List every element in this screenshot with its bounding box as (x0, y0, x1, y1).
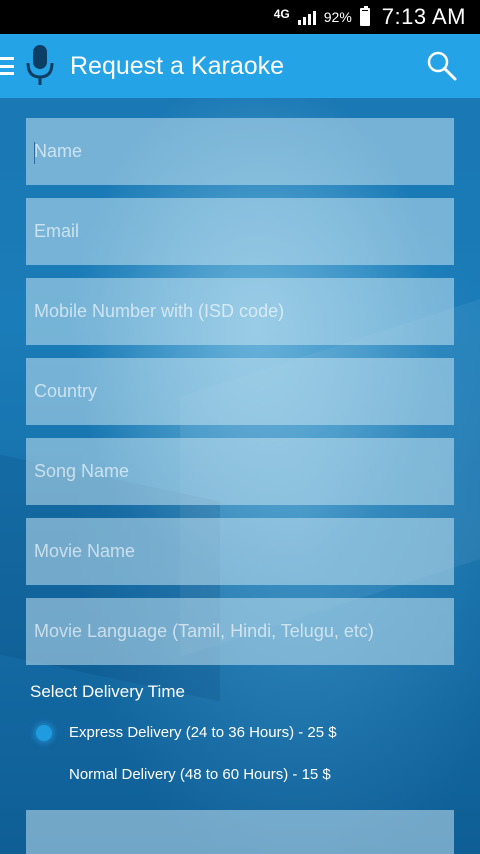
delivery-time-heading: Select Delivery Time (30, 682, 185, 701)
clock: 7:13 AM (381, 4, 466, 29)
message-field[interactable] (26, 810, 454, 854)
menu-icon[interactable] (0, 57, 14, 75)
name-placeholder: Name (34, 141, 83, 161)
network-type: 4G (273, 7, 290, 21)
song-name-placeholder: Song Name (34, 461, 130, 481)
name-field[interactable]: Name (26, 118, 454, 185)
text-cursor (34, 142, 35, 164)
movie-language-field[interactable]: Movie Language (Tamil, Hindi, Telugu, et… (26, 598, 454, 665)
battery-percent: 92% (323, 9, 352, 25)
radio-unselected-icon[interactable] (36, 767, 52, 783)
page-title: Request a Karaoke (70, 51, 285, 80)
song-name-field[interactable]: Song Name (26, 438, 454, 505)
normal-delivery-label: Normal Delivery (48 to 60 Hours) - 15 $ (69, 766, 331, 783)
country-placeholder: Country (34, 381, 98, 401)
express-delivery-option[interactable]: Express Delivery (24 to 36 Hours) - 25 $ (36, 724, 337, 741)
radio-selected-icon[interactable] (36, 724, 52, 741)
movie-name-placeholder: Movie Name (34, 541, 136, 561)
signal-icon (297, 9, 316, 25)
express-delivery-label: Express Delivery (24 to 36 Hours) - 25 $ (69, 724, 337, 741)
movie-name-field[interactable]: Movie Name (26, 518, 454, 585)
microphone-icon (20, 41, 60, 91)
search-button[interactable] (418, 42, 466, 90)
mobile-placeholder: Mobile Number with (ISD code) (34, 301, 285, 321)
country-field[interactable]: Country (26, 358, 454, 425)
normal-delivery-option[interactable]: Normal Delivery (48 to 60 Hours) - 15 $ (36, 766, 331, 783)
app-bar: Request a Karaoke (0, 34, 480, 98)
battery-icon (359, 6, 370, 26)
movie-language-placeholder: Movie Language (Tamil, Hindi, Telugu, et… (34, 621, 374, 641)
form-area: Name Email Mobile Number with (ISD code)… (0, 98, 480, 854)
mobile-number-field[interactable]: Mobile Number with (ISD code) (26, 278, 454, 345)
email-placeholder: Email (34, 221, 80, 241)
email-field[interactable]: Email (26, 198, 454, 265)
search-icon (427, 51, 457, 81)
status-bar: 4G 92% 7:13 AM (0, 0, 480, 34)
